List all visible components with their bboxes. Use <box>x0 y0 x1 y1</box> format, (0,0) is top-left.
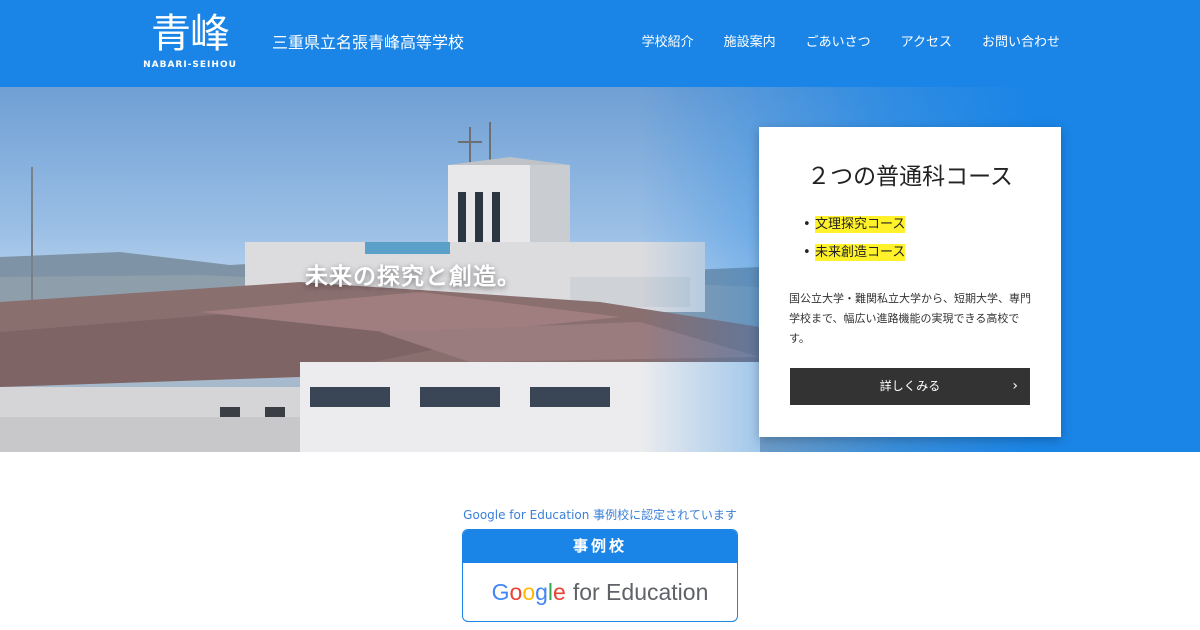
logo-letter: o <box>522 578 536 605</box>
card-title: ２つの普通科コース <box>807 164 1013 190</box>
logo-letter: G <box>491 578 510 605</box>
bullet-icon: • <box>803 217 811 232</box>
course-list: • 文理探究コース • 未来創造コース <box>803 211 906 267</box>
list-item: • 文理探究コース <box>803 211 906 239</box>
details-button[interactable]: 詳しくみる › <box>790 368 1030 405</box>
google-for-education-logo: Google for Education <box>463 563 737 621</box>
logo-letter: e <box>553 578 566 605</box>
gfe-certification-note[interactable]: Google for Education 事例校に認定されています <box>0 506 1200 523</box>
nav-item-access[interactable]: アクセス <box>901 34 952 52</box>
nav-item-greeting[interactable]: ごあいさつ <box>806 34 871 52</box>
logo-letter: o <box>509 578 523 605</box>
site-header: 青峰 NABARI-SEIHOU 三重県立名張青峰高等学校 学校紹介 施設案内 … <box>0 0 1200 87</box>
course-name: 未来創造コース <box>815 244 906 261</box>
bullet-icon: • <box>803 245 811 260</box>
hero-tagline: 未来の探究と創造。 <box>305 264 521 290</box>
global-nav: 学校紹介 施設案内 ごあいさつ アクセス お問い合わせ <box>642 34 1060 52</box>
card-description: 国公立大学・難関私立大学から、短期大学、専門学校まで、幅広い進路機能の実現できる… <box>789 292 1031 345</box>
details-button-label: 詳しくみる <box>879 379 941 393</box>
logo-letter: g <box>535 578 548 605</box>
school-name[interactable]: 三重県立名張青峰高等学校 <box>272 33 464 53</box>
nav-item-contact[interactable]: お問い合わせ <box>982 34 1060 52</box>
course-card: ２つの普通科コース • 文理探究コース • 未来創造コース 国公立大学・難関私立大学… <box>759 127 1061 437</box>
chevron-right-icon: › <box>1012 378 1018 394</box>
list-item: • 未来創造コース <box>803 239 906 267</box>
nav-item-about[interactable]: 学校紹介 <box>642 34 694 52</box>
course-name: 文理探究コース <box>815 216 906 233</box>
gfe-badge[interactable]: 事例校 Google for Education <box>462 529 738 622</box>
school-logo[interactable]: 青峰 NABARI-SEIHOU <box>138 12 242 74</box>
logo-text: for Education <box>572 578 709 605</box>
badge-header: 事例校 <box>463 530 737 563</box>
logo-kanji: 青峰 <box>151 11 230 57</box>
logo-romaji: NABARI-SEIHOU <box>143 60 237 70</box>
nav-item-facilities[interactable]: 施設案内 <box>724 34 776 52</box>
